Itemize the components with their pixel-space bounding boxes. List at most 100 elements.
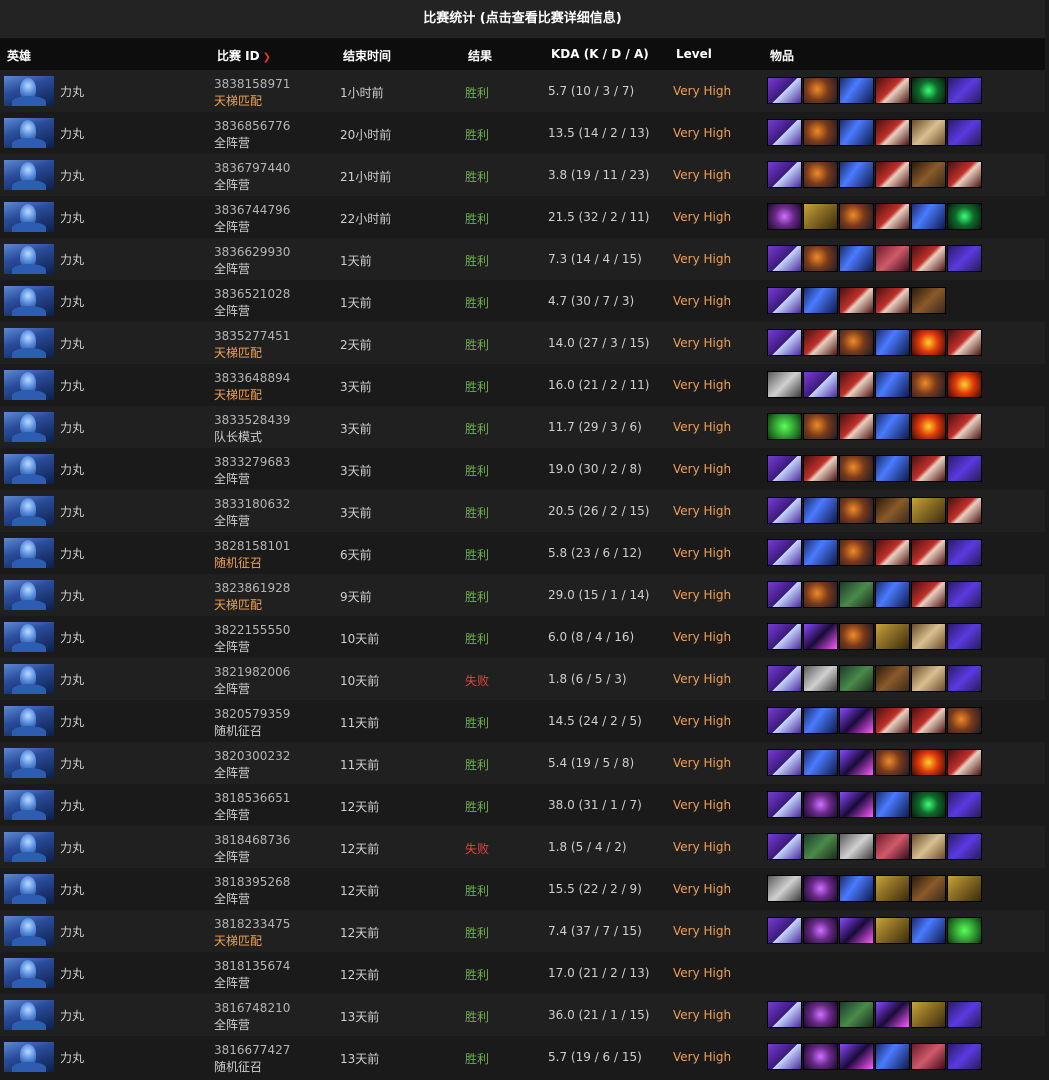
item-icon[interactable] [803,455,838,482]
item-icon[interactable] [947,119,982,146]
item-icon[interactable] [839,413,874,440]
table-row[interactable]: 力丸 3833528439 队长模式 3天前 胜利 11.7 (29 / 3 / 6) Ve… [0,406,1045,448]
item-icon[interactable] [947,791,982,818]
hero-name[interactable]: 力丸 [60,293,84,310]
column-header-hero[interactable]: 英雄 [7,47,31,64]
match-id-link[interactable]: 3828158101 [214,539,290,553]
item-icon[interactable] [911,539,946,566]
table-row[interactable]: 力丸 3818135674 全阵营 12天前 胜利 17.0 (21 / 2 / 13) V… [0,952,1045,994]
page-title[interactable]: 比赛统计 (点击查看比赛详细信息) [0,0,1045,39]
item-icon[interactable] [947,623,982,650]
table-row[interactable]: 力丸 3818536651 全阵营 12天前 胜利 38.0 (31 / 1 / 7) Ve… [0,784,1045,826]
item-icon[interactable] [803,77,838,104]
item-icon[interactable] [947,1043,982,1070]
table-row[interactable]: 力丸 3836744796 全阵营 22小时前 胜利 21.5 (32 / 2 / 11)… [0,196,1045,238]
match-id-link[interactable]: 3833279683 [214,455,290,469]
item-icon[interactable] [875,833,910,860]
item-icon[interactable] [875,749,910,776]
item-icon[interactable] [839,371,874,398]
hero-name[interactable]: 力丸 [60,503,84,520]
item-icon[interactable] [839,875,874,902]
item-icon[interactable] [911,833,946,860]
item-icon[interactable] [767,917,802,944]
item-icon[interactable] [767,455,802,482]
hero-name[interactable]: 力丸 [60,125,84,142]
item-icon[interactable] [947,203,982,230]
table-row[interactable]: 力丸 3835277451 天梯匹配 2天前 胜利 14.0 (27 / 3 / 15) V… [0,322,1045,364]
match-id-link[interactable]: 3820300232 [214,749,290,763]
item-icon[interactable] [911,329,946,356]
hero-avatar[interactable] [4,1042,54,1072]
match-id-link[interactable]: 3820579359 [214,707,290,721]
match-id-link[interactable]: 3816677427 [214,1043,290,1057]
item-icon[interactable] [839,665,874,692]
item-icon[interactable] [875,539,910,566]
item-icon[interactable] [839,539,874,566]
hero-name[interactable]: 力丸 [60,251,84,268]
item-icon[interactable] [911,287,946,314]
item-icon[interactable] [767,1001,802,1028]
item-icon[interactable] [875,917,910,944]
table-row[interactable]: 力丸 3818395268 全阵营 12天前 胜利 15.5 (22 / 2 / 9) Ve… [0,868,1045,910]
hero-avatar[interactable] [4,538,54,568]
item-icon[interactable] [803,413,838,440]
item-icon[interactable] [875,1001,910,1028]
item-icon[interactable] [875,371,910,398]
hero-avatar[interactable] [4,412,54,442]
item-icon[interactable] [947,707,982,734]
item-icon[interactable] [947,833,982,860]
item-icon[interactable] [767,791,802,818]
item-icon[interactable] [911,749,946,776]
item-icon[interactable] [803,1001,838,1028]
table-row[interactable]: 力丸 3816677427 随机征召 13天前 胜利 5.7 (19 / 6 / 15) V… [0,1036,1045,1078]
item-icon[interactable] [839,581,874,608]
item-icon[interactable] [875,665,910,692]
match-id-link[interactable]: 3833648894 [214,371,290,385]
match-id-link[interactable]: 3836744796 [214,203,290,217]
hero-avatar[interactable] [4,160,54,190]
table-row[interactable]: 力丸 3816748210 全阵营 13天前 胜利 36.0 (21 / 1 / 15) V… [0,994,1045,1036]
match-id-link[interactable]: 3818233475 [214,917,290,931]
item-icon[interactable] [767,119,802,146]
item-icon[interactable] [911,917,946,944]
item-icon[interactable] [839,455,874,482]
item-icon[interactable] [875,455,910,482]
hero-name[interactable]: 力丸 [60,167,84,184]
item-icon[interactable] [839,497,874,524]
item-icon[interactable] [803,665,838,692]
column-header-result[interactable]: 结果 [468,47,492,64]
item-icon[interactable] [803,497,838,524]
item-icon[interactable] [767,161,802,188]
item-icon[interactable] [947,329,982,356]
item-icon[interactable] [911,875,946,902]
hero-avatar[interactable] [4,874,54,904]
item-icon[interactable] [911,371,946,398]
hero-avatar[interactable] [4,118,54,148]
item-icon[interactable] [767,833,802,860]
item-icon[interactable] [947,875,982,902]
hero-name[interactable]: 力丸 [60,629,84,646]
match-id-link[interactable]: 3818468736 [214,833,290,847]
item-icon[interactable] [947,245,982,272]
item-icon[interactable] [803,539,838,566]
item-icon[interactable] [911,791,946,818]
hero-name[interactable]: 力丸 [60,461,84,478]
item-icon[interactable] [947,497,982,524]
match-id-link[interactable]: 3835277451 [214,329,290,343]
item-icon[interactable] [875,245,910,272]
hero-name[interactable]: 力丸 [60,209,84,226]
item-icon[interactable] [839,329,874,356]
item-icon[interactable] [911,665,946,692]
item-icon[interactable] [839,287,874,314]
hero-avatar[interactable] [4,454,54,484]
item-icon[interactable] [767,623,802,650]
match-id-link[interactable]: 3818395268 [214,875,290,889]
column-header-level[interactable]: Level [676,47,712,61]
item-icon[interactable] [803,1043,838,1070]
hero-name[interactable]: 力丸 [60,881,84,898]
item-icon[interactable] [911,497,946,524]
item-icon[interactable] [911,1001,946,1028]
item-icon[interactable] [947,161,982,188]
item-icon[interactable] [803,623,838,650]
item-icon[interactable] [803,581,838,608]
